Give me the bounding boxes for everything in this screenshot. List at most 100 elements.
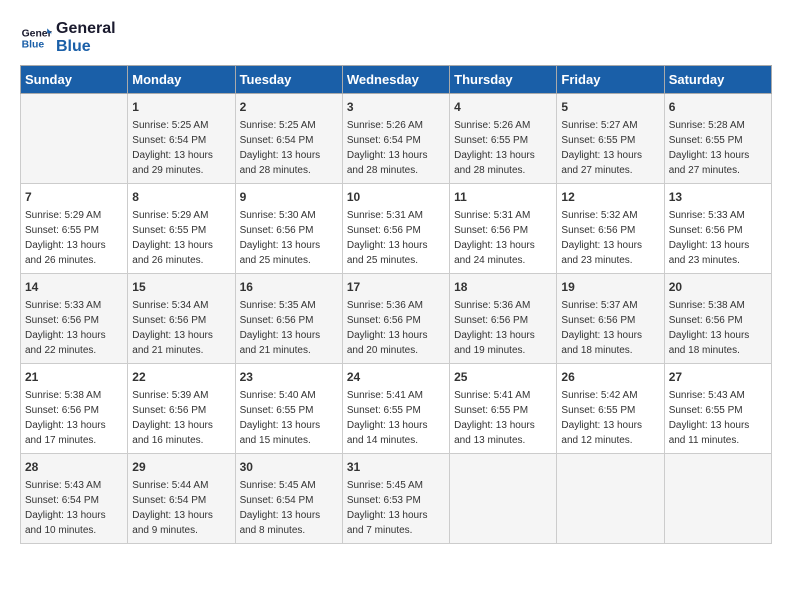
calendar-cell: 20 Sunrise: 5:38 AMSunset: 6:56 PMDayligh… [664, 274, 771, 364]
column-header-saturday: Saturday [664, 66, 771, 94]
calendar-cell: 25 Sunrise: 5:41 AMSunset: 6:55 PMDayligh… [450, 364, 557, 454]
day-number: 25 [454, 369, 552, 386]
calendar-cell: 8 Sunrise: 5:29 AMSunset: 6:55 PMDaylight… [128, 184, 235, 274]
calendar-cell: 26Sunrise: 5:42 AMSunset: 6:55 PMDayligh… [557, 364, 664, 454]
calendar-cell [664, 454, 771, 544]
column-header-thursday: Thursday [450, 66, 557, 94]
calendar-cell: 27 Sunrise: 5:43 AMSunset: 6:55 PMDayligh… [664, 364, 771, 454]
day-info: Sunrise: 5:33 AMSunset: 6:56 PMDaylight:… [25, 298, 123, 358]
calendar-cell [557, 454, 664, 544]
day-info: Sunrise: 5:35 AMSunset: 6:56 PMDaylight:… [240, 298, 338, 358]
calendar-week-row: 14 Sunrise: 5:33 AMSunset: 6:56 PMDayligh… [21, 274, 772, 364]
day-info: Sunrise: 5:25 AMSunset: 6:54 PMDaylight:… [240, 118, 338, 178]
calendar-week-row: 28 Sunrise: 5:43 AMSunset: 6:54 PMDayligh… [21, 454, 772, 544]
day-info: Sunrise: 5:26 AMSunset: 6:54 PMDaylight:… [347, 118, 445, 178]
day-info: Sunrise: 5:45 AMSunset: 6:54 PMDaylight:… [240, 478, 338, 538]
calendar-cell: 5 Sunrise: 5:27 AMSunset: 6:55 PMDaylight… [557, 94, 664, 184]
calendar-cell: 29Sunrise: 5:44 AMSunset: 6:54 PMDayligh… [128, 454, 235, 544]
day-number: 28 [25, 459, 123, 476]
day-number: 12 [561, 189, 659, 206]
day-number: 21 [25, 369, 123, 386]
day-number: 26 [561, 369, 659, 386]
calendar-cell: 18 Sunrise: 5:36 AMSunset: 6:56 PMDayligh… [450, 274, 557, 364]
calendar-cell [450, 454, 557, 544]
day-info: Sunrise: 5:31 AMSunset: 6:56 PMDaylight:… [454, 208, 552, 268]
day-number: 7 [25, 189, 123, 206]
day-number: 18 [454, 279, 552, 296]
calendar-cell: 14 Sunrise: 5:33 AMSunset: 6:56 PMDayligh… [21, 274, 128, 364]
column-header-sunday: Sunday [21, 66, 128, 94]
day-info: Sunrise: 5:36 AMSunset: 6:56 PMDaylight:… [454, 298, 552, 358]
day-info: Sunrise: 5:40 AMSunset: 6:55 PMDaylight:… [240, 388, 338, 448]
calendar-cell: 6Sunrise: 5:28 AMSunset: 6:55 PMDaylight… [664, 94, 771, 184]
day-info: Sunrise: 5:41 AMSunset: 6:55 PMDaylight:… [454, 388, 552, 448]
day-number: 27 [669, 369, 767, 386]
calendar-cell: 7 Sunrise: 5:29 AMSunset: 6:55 PMDaylight… [21, 184, 128, 274]
day-number: 1 [132, 99, 230, 116]
calendar-cell: 15 Sunrise: 5:34 AMSunset: 6:56 PMDayligh… [128, 274, 235, 364]
logo-text-general: General [56, 20, 116, 38]
day-info: Sunrise: 5:45 AMSunset: 6:53 PMDaylight:… [347, 478, 445, 538]
calendar-cell: 30 Sunrise: 5:45 AMSunset: 6:54 PMDayligh… [235, 454, 342, 544]
day-number: 24 [347, 369, 445, 386]
day-number: 14 [25, 279, 123, 296]
day-number: 15 [132, 279, 230, 296]
day-info: Sunrise: 5:26 AMSunset: 6:55 PMDaylight:… [454, 118, 552, 178]
calendar-week-row: 1 Sunrise: 5:25 AMSunset: 6:54 PMDaylight… [21, 94, 772, 184]
calendar-week-row: 7 Sunrise: 5:29 AMSunset: 6:55 PMDaylight… [21, 184, 772, 274]
calendar-cell [21, 94, 128, 184]
calendar-cell: 24 Sunrise: 5:41 AMSunset: 6:55 PMDayligh… [342, 364, 449, 454]
day-info: Sunrise: 5:41 AMSunset: 6:55 PMDaylight:… [347, 388, 445, 448]
column-header-monday: Monday [128, 66, 235, 94]
day-info: Sunrise: 5:43 AMSunset: 6:54 PMDaylight:… [25, 478, 123, 538]
day-info: Sunrise: 5:29 AMSunset: 6:55 PMDaylight:… [132, 208, 230, 268]
calendar-cell: 9 Sunrise: 5:30 AMSunset: 6:56 PMDaylight… [235, 184, 342, 274]
calendar-table: SundayMondayTuesdayWednesdayThursdayFrid… [20, 65, 772, 544]
page-header: General Blue General Blue [20, 20, 772, 55]
day-number: 30 [240, 459, 338, 476]
column-header-friday: Friday [557, 66, 664, 94]
day-info: Sunrise: 5:36 AMSunset: 6:56 PMDaylight:… [347, 298, 445, 358]
calendar-week-row: 21 Sunrise: 5:38 AMSunset: 6:56 PMDayligh… [21, 364, 772, 454]
day-info: Sunrise: 5:33 AMSunset: 6:56 PMDaylight:… [669, 208, 767, 268]
logo: General Blue General Blue [20, 20, 116, 55]
day-info: Sunrise: 5:43 AMSunset: 6:55 PMDaylight:… [669, 388, 767, 448]
calendar-cell: 17Sunrise: 5:36 AMSunset: 6:56 PMDayligh… [342, 274, 449, 364]
day-info: Sunrise: 5:29 AMSunset: 6:55 PMDaylight:… [25, 208, 123, 268]
calendar-cell: 1 Sunrise: 5:25 AMSunset: 6:54 PMDaylight… [128, 94, 235, 184]
day-number: 8 [132, 189, 230, 206]
day-number: 2 [240, 99, 338, 116]
day-info: Sunrise: 5:34 AMSunset: 6:56 PMDaylight:… [132, 298, 230, 358]
calendar-cell: 2 Sunrise: 5:25 AMSunset: 6:54 PMDaylight… [235, 94, 342, 184]
day-info: Sunrise: 5:37 AMSunset: 6:56 PMDaylight:… [561, 298, 659, 358]
day-info: Sunrise: 5:25 AMSunset: 6:54 PMDaylight:… [132, 118, 230, 178]
day-number: 19 [561, 279, 659, 296]
calendar-cell: 10 Sunrise: 5:31 AMSunset: 6:56 PMDayligh… [342, 184, 449, 274]
day-number: 31 [347, 459, 445, 476]
calendar-cell: 12Sunrise: 5:32 AMSunset: 6:56 PMDayligh… [557, 184, 664, 274]
day-number: 20 [669, 279, 767, 296]
day-number: 3 [347, 99, 445, 116]
calendar-header-row: SundayMondayTuesdayWednesdayThursdayFrid… [21, 66, 772, 94]
day-info: Sunrise: 5:38 AMSunset: 6:56 PMDaylight:… [669, 298, 767, 358]
calendar-cell: 19 Sunrise: 5:37 AMSunset: 6:56 PMDayligh… [557, 274, 664, 364]
svg-text:Blue: Blue [22, 39, 45, 50]
day-number: 10 [347, 189, 445, 206]
day-number: 23 [240, 369, 338, 386]
logo-icon: General Blue [20, 22, 52, 54]
day-number: 11 [454, 189, 552, 206]
day-number: 13 [669, 189, 767, 206]
logo-text-blue: Blue [56, 38, 116, 56]
calendar-cell: 22Sunrise: 5:39 AMSunset: 6:56 PMDayligh… [128, 364, 235, 454]
day-number: 5 [561, 99, 659, 116]
day-info: Sunrise: 5:30 AMSunset: 6:56 PMDaylight:… [240, 208, 338, 268]
calendar-cell: 13 Sunrise: 5:33 AMSunset: 6:56 PMDayligh… [664, 184, 771, 274]
day-number: 6 [669, 99, 767, 116]
day-info: Sunrise: 5:38 AMSunset: 6:56 PMDaylight:… [25, 388, 123, 448]
calendar-cell: 16Sunrise: 5:35 AMSunset: 6:56 PMDayligh… [235, 274, 342, 364]
day-number: 9 [240, 189, 338, 206]
day-info: Sunrise: 5:31 AMSunset: 6:56 PMDaylight:… [347, 208, 445, 268]
day-info: Sunrise: 5:44 AMSunset: 6:54 PMDaylight:… [132, 478, 230, 538]
day-info: Sunrise: 5:27 AMSunset: 6:55 PMDaylight:… [561, 118, 659, 178]
column-header-wednesday: Wednesday [342, 66, 449, 94]
